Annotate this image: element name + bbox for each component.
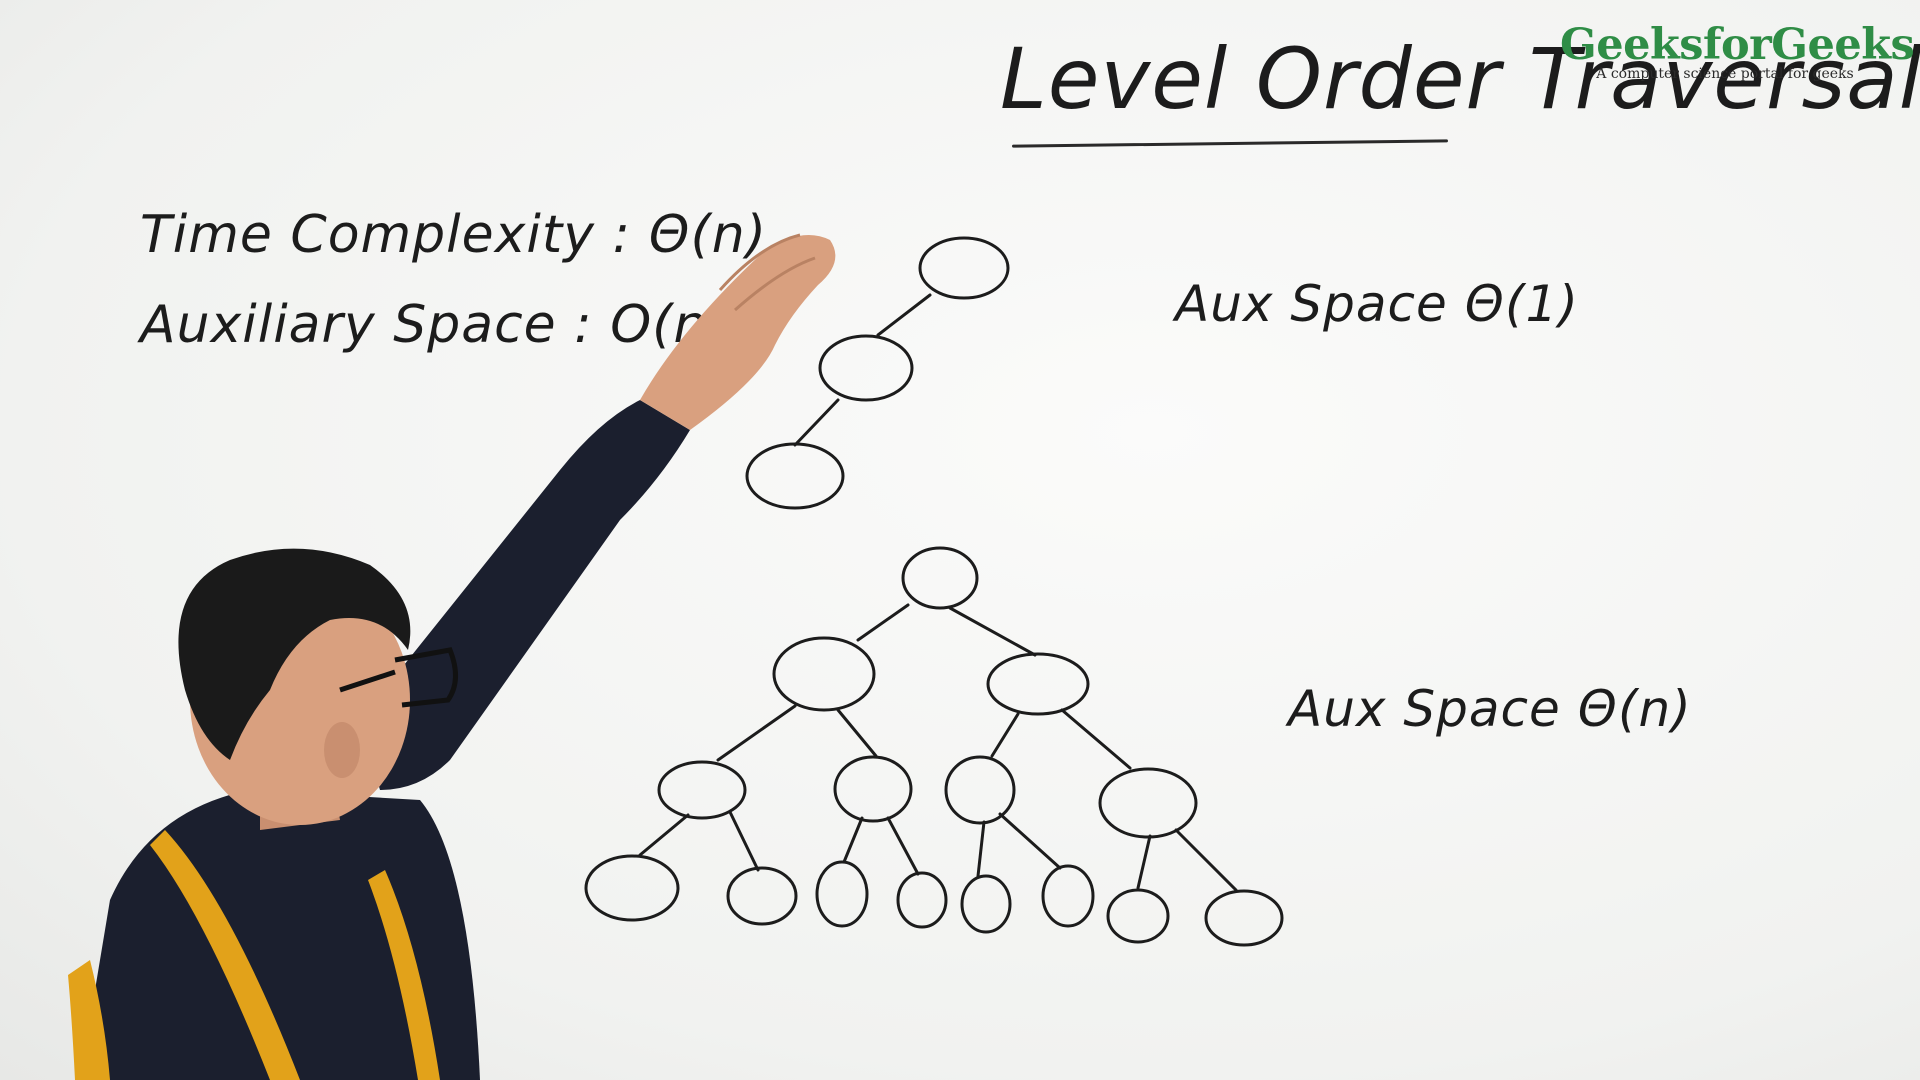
presenter-arm [360,400,690,790]
presenter-hand [640,235,836,430]
presenter-ear [324,722,360,778]
presenter [68,233,836,1080]
